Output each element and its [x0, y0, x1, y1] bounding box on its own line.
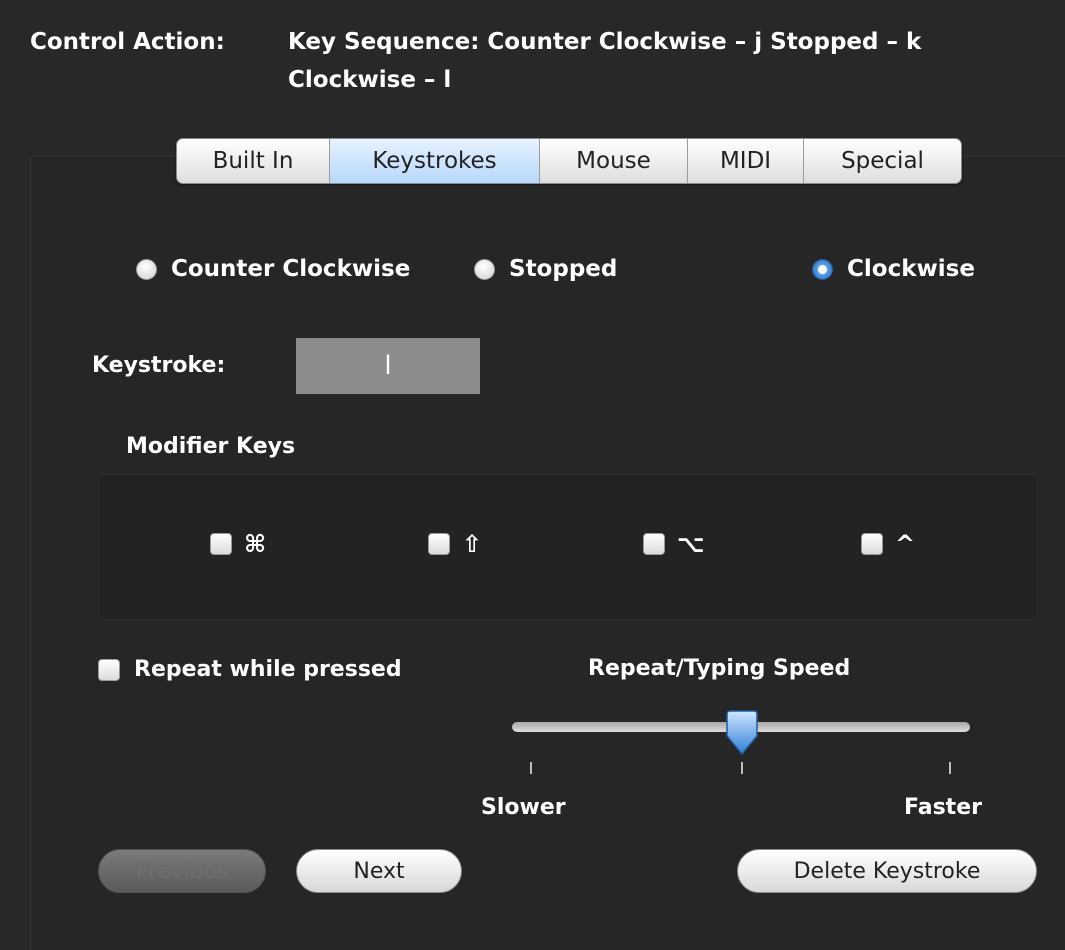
repeat-while-pressed-checkbox[interactable]: Repeat while pressed: [98, 657, 402, 682]
slider-tick: [741, 762, 743, 774]
modifier-keys-title: Modifier Keys: [126, 434, 296, 459]
slider-tick: [530, 762, 532, 774]
radio-counter-clockwise-label: Counter Clockwise: [171, 256, 411, 282]
checkbox-icon: [428, 533, 450, 555]
radio-stopped[interactable]: Stopped: [474, 256, 617, 282]
tab-midi[interactable]: MIDI: [688, 139, 804, 183]
slower-label: Slower: [481, 795, 566, 820]
repeat-while-pressed-label: Repeat while pressed: [134, 657, 402, 682]
modifier-control[interactable]: ^: [861, 530, 915, 558]
key-sequence-line-1: Key Sequence: Counter Clockwise – j Stop…: [288, 29, 922, 55]
tab-keystrokes[interactable]: Keystrokes: [330, 139, 540, 183]
tab-special[interactable]: Special: [804, 139, 961, 183]
radio-stopped-label: Stopped: [509, 256, 618, 282]
control-icon: ^: [895, 530, 916, 558]
modifier-shift[interactable]: ⇧: [428, 530, 482, 558]
slider-tick: [949, 762, 951, 774]
radio-clockwise[interactable]: Clockwise: [812, 256, 975, 282]
keystroke-label: Keystroke:: [92, 353, 226, 378]
checkbox-icon: [210, 533, 232, 555]
radio-button-icon: [474, 258, 495, 280]
radio-button-selected-icon: [812, 258, 833, 280]
control-action-label: Control Action:: [30, 29, 225, 55]
keystroke-field[interactable]: l: [296, 338, 480, 394]
checkbox-icon: [98, 658, 120, 681]
tab-mouse[interactable]: Mouse: [540, 139, 688, 183]
radio-button-icon: [136, 258, 157, 280]
command-icon: ⌘: [244, 530, 267, 558]
action-type-tabs: Built In Keystrokes Mouse MIDI Special: [176, 138, 962, 184]
faster-label: Faster: [904, 795, 982, 820]
tab-built-in[interactable]: Built In: [177, 139, 330, 183]
previous-button[interactable]: Previous: [98, 849, 266, 893]
modifier-option[interactable]: ⌥: [643, 530, 705, 558]
speed-slider-thumb[interactable]: [722, 710, 762, 756]
key-sequence-line-2: Clockwise – l: [288, 67, 452, 93]
option-icon: ⌥: [677, 530, 705, 558]
radio-clockwise-label: Clockwise: [847, 256, 975, 282]
checkbox-icon: [861, 533, 883, 555]
shift-icon: ⇧: [462, 530, 483, 558]
repeat-speed-title: Repeat/Typing Speed: [588, 656, 851, 681]
radio-counter-clockwise[interactable]: Counter Clockwise: [136, 256, 410, 282]
checkbox-icon: [643, 533, 665, 555]
modifier-command[interactable]: ⌘: [210, 530, 266, 558]
delete-keystroke-button[interactable]: Delete Keystroke: [737, 849, 1037, 893]
next-button[interactable]: Next: [296, 849, 462, 893]
